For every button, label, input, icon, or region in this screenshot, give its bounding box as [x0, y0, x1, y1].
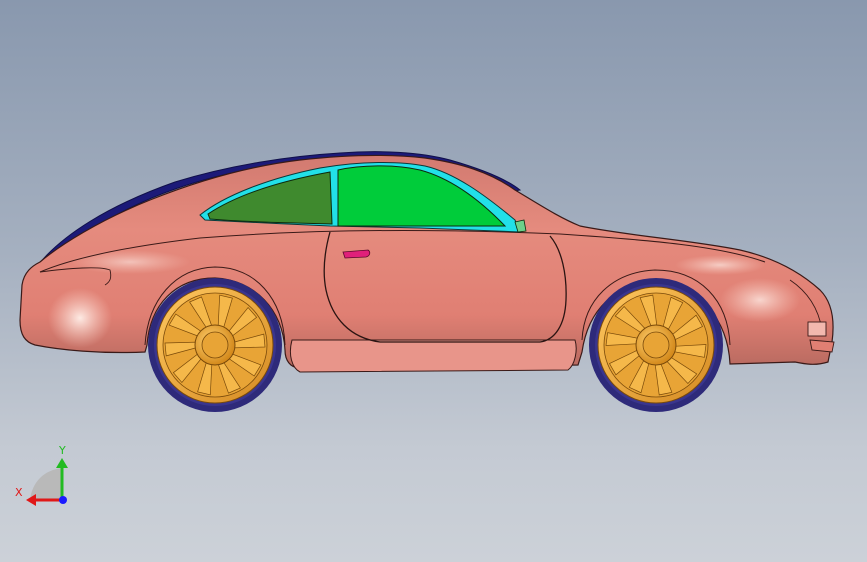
front-lip — [809, 339, 835, 353]
rear-highlight — [48, 288, 112, 348]
rocker-panel — [289, 339, 577, 373]
front-wheel[interactable] — [589, 278, 723, 412]
z-axis-dot — [59, 496, 67, 504]
graphics-viewport[interactable]: X Y — [0, 0, 867, 562]
y-axis-arrow — [56, 458, 68, 468]
front-vent — [807, 321, 827, 337]
y-axis-label: Y — [58, 444, 66, 457]
front-highlight — [720, 278, 800, 322]
axis-triad[interactable]: X Y — [15, 444, 68, 506]
x-axis-label: X — [15, 486, 23, 499]
rear-wheel[interactable] — [148, 278, 282, 412]
rear-top-highlight — [70, 250, 190, 274]
car-model[interactable]: X Y — [0, 0, 867, 562]
